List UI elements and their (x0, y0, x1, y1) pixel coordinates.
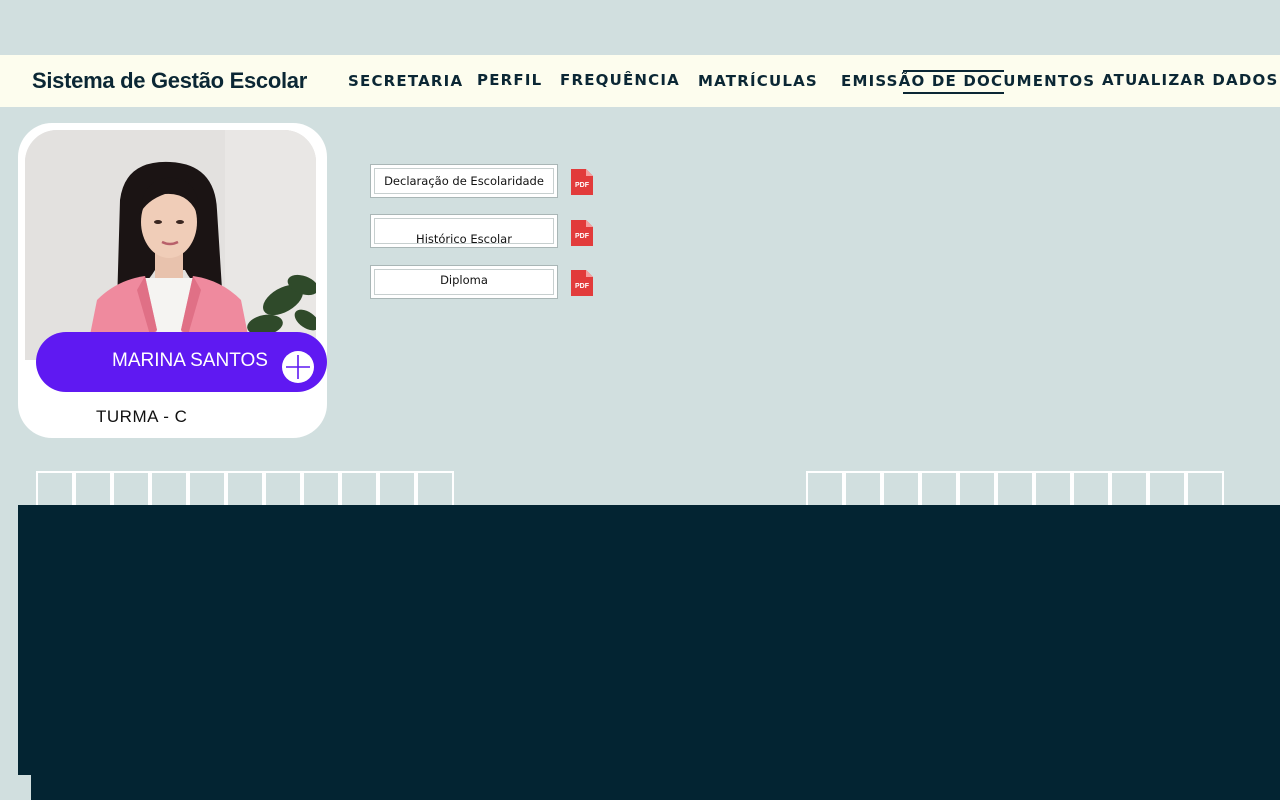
svg-text:PDF: PDF (575, 182, 590, 189)
nav-item-frequencia[interactable]: FREQUÊNCIA (560, 71, 680, 89)
diploma-button[interactable]: Diploma (370, 265, 558, 299)
declaracao-escolaridade-label: Declaração de Escolaridade (384, 174, 544, 188)
diploma-label: Diploma (440, 273, 488, 287)
profile-photo (25, 130, 316, 360)
plus-icon (286, 355, 310, 379)
grid-cell (188, 471, 226, 507)
add-button[interactable] (282, 351, 314, 383)
declaracao-escolaridade-button[interactable]: Declaração de Escolaridade (370, 164, 558, 198)
grid-cell (112, 471, 150, 507)
grid-cell (1072, 471, 1110, 507)
content-panel (18, 505, 1280, 775)
active-nav-indicator-bottom (903, 92, 1004, 94)
active-nav-indicator-top (903, 70, 1004, 72)
historico-escolar-label: Histórico Escolar (416, 232, 512, 246)
grid-cell (806, 471, 844, 507)
grid-cell (378, 471, 416, 507)
grid-cell (416, 471, 454, 507)
grid-cell (340, 471, 378, 507)
content-panel-bottom (31, 770, 1280, 800)
student-class: TURMA - C (96, 407, 188, 426)
grid-cell (844, 471, 882, 507)
pdf-icon[interactable]: PDF (571, 169, 593, 195)
grid-cell (226, 471, 264, 507)
nav-item-perfil[interactable]: PERFIL (477, 71, 542, 89)
pdf-icon[interactable]: PDF (571, 220, 593, 246)
app-title: Sistema de Gestão Escolar (32, 68, 307, 93)
grid-cell (958, 471, 996, 507)
grid-cell (996, 471, 1034, 507)
grid-cell (882, 471, 920, 507)
grid-cell (1186, 471, 1224, 507)
grid-cell (150, 471, 188, 507)
grid-cell (1110, 471, 1148, 507)
nav-item-atualizar-dados[interactable]: ATUALIZAR DADOS (1102, 71, 1278, 89)
nav-item-emissao-de-documentos[interactable]: EMISSÃO DE DOCUMENTOS (841, 72, 1095, 90)
grid-cell (302, 471, 340, 507)
svg-text:PDF: PDF (575, 283, 590, 290)
grid-cell (36, 471, 74, 507)
grid-cell (1034, 471, 1072, 507)
grid-decoration-left (36, 471, 458, 507)
grid-decoration-right (806, 471, 1228, 507)
nav-item-matriculas[interactable]: MATRÍCULAS (698, 72, 818, 90)
student-portrait-image (25, 130, 316, 360)
grid-cell (1148, 471, 1186, 507)
nav-item-secretaria[interactable]: SECRETARIA (348, 72, 463, 90)
historico-escolar-button[interactable]: Histórico Escolar (370, 214, 558, 248)
svg-text:PDF: PDF (575, 233, 590, 240)
grid-cell (920, 471, 958, 507)
student-name: MARINA SANTOS (112, 350, 268, 371)
grid-cell (74, 471, 112, 507)
grid-cell (264, 471, 302, 507)
pdf-icon[interactable]: PDF (571, 270, 593, 296)
